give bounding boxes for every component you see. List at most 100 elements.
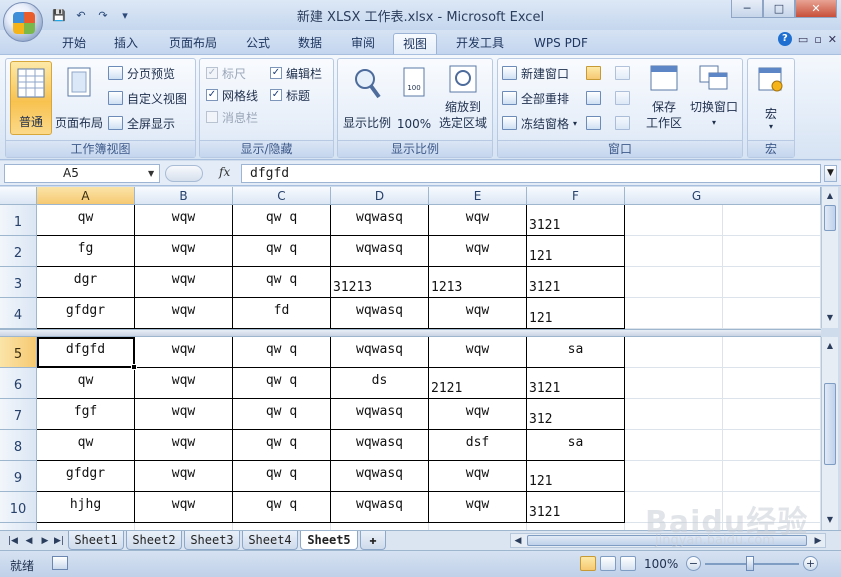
- row-header-11[interactable]: 11: [0, 523, 37, 530]
- cell-e5[interactable]: wqw: [429, 337, 527, 368]
- cell-e8[interactable]: dsf: [429, 430, 527, 461]
- sheet-tab-sheet1[interactable]: Sheet1: [68, 531, 124, 550]
- cell-a4[interactable]: gfdgr: [37, 298, 135, 329]
- select-all-corner[interactable]: [0, 187, 37, 205]
- hide-button[interactable]: [586, 88, 601, 108]
- column-header-b[interactable]: B: [135, 187, 233, 205]
- cell-b1[interactable]: wqw: [135, 205, 233, 236]
- row-header-3[interactable]: 3: [0, 267, 37, 298]
- cell-c6[interactable]: qw q: [233, 368, 331, 399]
- cell-h5[interactable]: [723, 337, 821, 368]
- custom-views-button[interactable]: 自定义视图: [108, 88, 187, 108]
- row-header-6[interactable]: 6: [0, 368, 37, 399]
- cell-g3[interactable]: [625, 267, 723, 298]
- minimize-button[interactable]: ─: [731, 0, 763, 18]
- tab-page-layout[interactable]: 页面布局: [160, 33, 226, 54]
- page-break-preview-button[interactable]: 分页预览: [108, 63, 175, 83]
- cell-d1[interactable]: wqwasq: [331, 205, 429, 236]
- cell-f11[interactable]: [527, 523, 625, 530]
- cell-f8[interactable]: sa: [527, 430, 625, 461]
- sheet-tab-sheet4[interactable]: Sheet4: [242, 531, 298, 550]
- insert-function-icon[interactable]: fx: [219, 165, 230, 179]
- cell-c11[interactable]: [233, 523, 331, 530]
- cell-b9[interactable]: wqw: [135, 461, 233, 492]
- tab-insert[interactable]: 插入: [104, 33, 148, 54]
- cell-b6[interactable]: wqw: [135, 368, 233, 399]
- cell-f9[interactable]: 121: [527, 461, 625, 492]
- row-header-7[interactable]: 7: [0, 399, 37, 430]
- zoom-level[interactable]: 100%: [644, 557, 678, 571]
- scroll-left-icon[interactable]: ◀: [511, 534, 525, 548]
- column-header-e[interactable]: E: [429, 187, 527, 205]
- message-bar-checkbox[interactable]: 消息栏: [206, 107, 258, 127]
- row-header-8[interactable]: 8: [0, 430, 37, 461]
- bottom-pane-scroll-thumb[interactable]: [824, 383, 836, 465]
- cell-b4[interactable]: wqw: [135, 298, 233, 329]
- workbook-close-icon[interactable]: ✕: [828, 33, 837, 46]
- tab-view[interactable]: 视图: [393, 33, 437, 54]
- row-header-1[interactable]: 1: [0, 205, 37, 236]
- cell-c2[interactable]: qw q: [233, 236, 331, 267]
- macro-record-icon[interactable]: [52, 556, 68, 570]
- insert-sheet-icon[interactable]: ✚: [360, 531, 386, 550]
- cell-d6[interactable]: ds: [331, 368, 429, 399]
- unhide-button[interactable]: [586, 113, 601, 133]
- reset-position-button[interactable]: [615, 113, 630, 133]
- cell-h3[interactable]: [723, 267, 821, 298]
- cell-c9[interactable]: qw q: [233, 461, 331, 492]
- column-header-h[interactable]: [723, 187, 821, 205]
- top-pane-scroll-thumb[interactable]: [824, 205, 836, 231]
- sheet-tab-sheet2[interactable]: Sheet2: [126, 531, 182, 550]
- zoom-to-selection-button[interactable]: 缩放到 选定区域: [436, 61, 490, 135]
- headings-checkbox[interactable]: ✓ 标题: [270, 85, 310, 105]
- cell-d9[interactable]: wqwasq: [331, 461, 429, 492]
- cell-g7[interactable]: [625, 399, 723, 430]
- cell-a10[interactable]: hjhg: [37, 492, 135, 523]
- cell-h6[interactable]: [723, 368, 821, 399]
- ruler-checkbox[interactable]: ✓ 标尺: [206, 63, 246, 83]
- cell-a2[interactable]: fg: [37, 236, 135, 267]
- cell-c1[interactable]: qw q: [233, 205, 331, 236]
- cell-a5[interactable]: dfgfd: [37, 337, 135, 368]
- first-sheet-icon[interactable]: |◀: [6, 534, 20, 548]
- cell-c3[interactable]: qw q: [233, 267, 331, 298]
- last-sheet-icon[interactable]: ▶|: [52, 534, 66, 548]
- cell-d4[interactable]: wqwasq: [331, 298, 429, 329]
- cell-f1[interactable]: 3121: [527, 205, 625, 236]
- tab-data[interactable]: 数据: [288, 33, 332, 54]
- cell-e6[interactable]: 2121: [429, 368, 527, 399]
- cell-h8[interactable]: [723, 430, 821, 461]
- cell-f6[interactable]: 3121: [527, 368, 625, 399]
- cell-a1[interactable]: qw: [37, 205, 135, 236]
- cell-e11[interactable]: [429, 523, 527, 530]
- cell-d8[interactable]: wqwasq: [331, 430, 429, 461]
- workbook-restore-icon[interactable]: ▫: [814, 33, 821, 46]
- split-button[interactable]: [586, 63, 601, 83]
- zoom-100-button[interactable]: 100 100%: [396, 61, 432, 135]
- cell-e10[interactable]: wqw: [429, 492, 527, 523]
- cell-b11[interactable]: [135, 523, 233, 530]
- cell-a11[interactable]: [37, 523, 135, 530]
- row-header-10[interactable]: 10: [0, 492, 37, 523]
- office-button[interactable]: [3, 2, 43, 42]
- tab-review[interactable]: 审阅: [341, 33, 385, 54]
- status-page-break-icon[interactable]: [620, 556, 636, 571]
- cell-c7[interactable]: qw q: [233, 399, 331, 430]
- view-side-by-side-button[interactable]: [615, 63, 630, 83]
- zoom-in-icon[interactable]: +: [803, 556, 818, 571]
- switch-windows-button[interactable]: 切换窗口 ▾: [686, 61, 742, 135]
- sheet-tab-sheet3[interactable]: Sheet3: [184, 531, 240, 550]
- cell-b7[interactable]: wqw: [135, 399, 233, 430]
- formula-input[interactable]: dfgfd: [241, 164, 821, 183]
- macros-button[interactable]: 宏 ▾: [752, 61, 790, 135]
- page-layout-view-button[interactable]: 页面布局: [54, 61, 104, 135]
- cell-f5[interactable]: sa: [527, 337, 625, 368]
- zoom-button[interactable]: 显示比例: [342, 61, 392, 135]
- cell-d3[interactable]: 31213: [331, 267, 429, 298]
- status-page-layout-icon[interactable]: [600, 556, 616, 571]
- cell-b8[interactable]: wqw: [135, 430, 233, 461]
- row-header-4[interactable]: 4: [0, 298, 37, 329]
- cell-c4[interactable]: fd: [233, 298, 331, 329]
- status-normal-view-icon[interactable]: [580, 556, 596, 571]
- scroll-down-icon[interactable]: ▼: [823, 513, 837, 527]
